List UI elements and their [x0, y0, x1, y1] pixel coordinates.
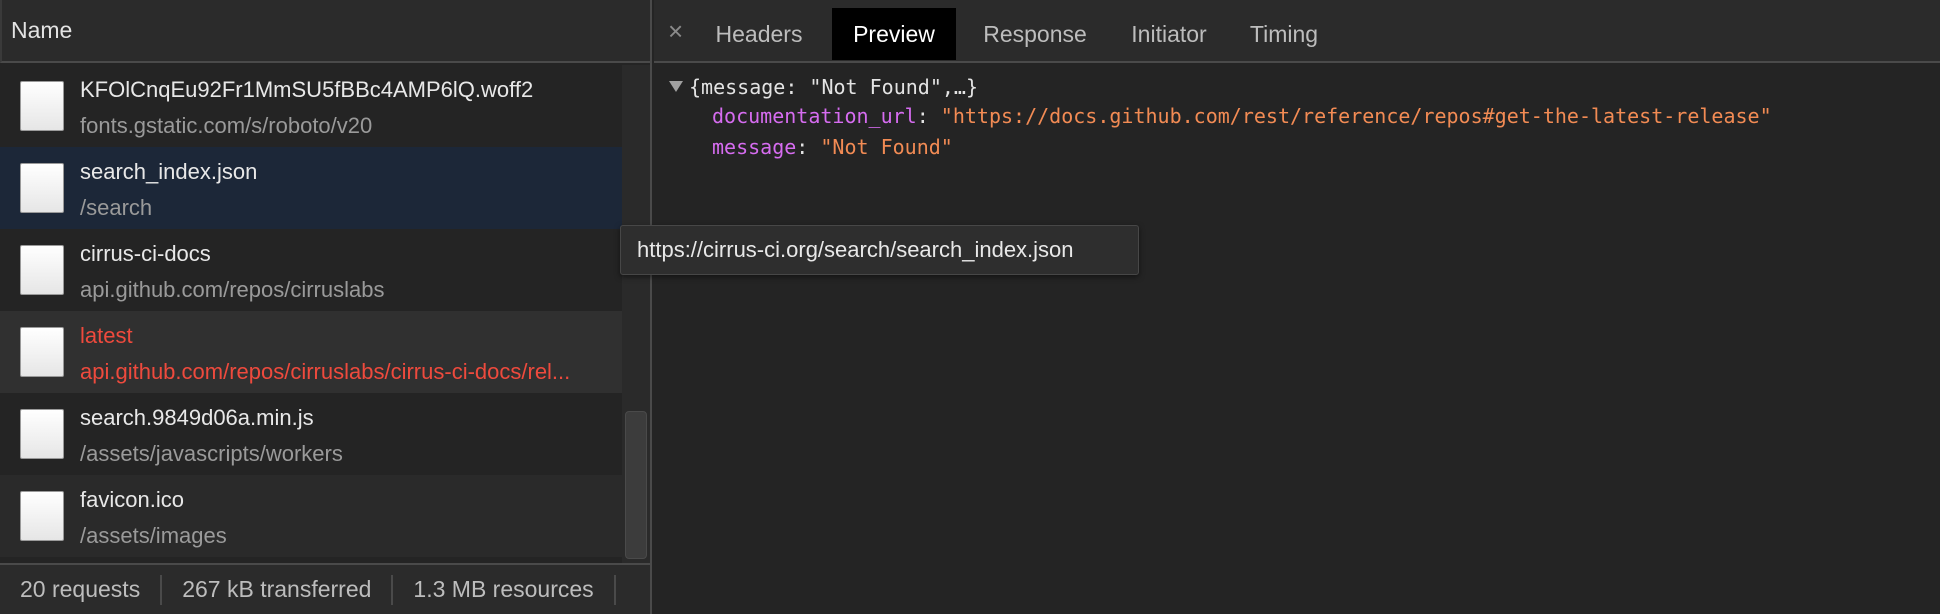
close-icon[interactable]: ×	[668, 18, 683, 44]
file-icon	[20, 245, 64, 295]
request-path: api.github.com/repos/cirruslabs/cirrus-c…	[80, 359, 571, 384]
request-path: fonts.gstatic.com/s/roboto/v20	[80, 113, 373, 138]
transferred-size: 267 kB transferred	[182, 576, 372, 602]
request-name: KFOlCnqEu92Fr1MmSU5fBBc4AMP6lQ.woff2	[80, 77, 534, 102]
request-name: search.9849d06a.min.js	[80, 405, 314, 430]
request-row[interactable]: favicon.ico /assets/images	[0, 475, 622, 557]
json-key: message	[712, 135, 797, 159]
file-icon	[20, 81, 64, 131]
tab-initiator[interactable]: Initiator	[1114, 8, 1224, 60]
file-icon	[20, 163, 64, 213]
tab-timing[interactable]: Timing	[1236, 8, 1332, 60]
request-row[interactable]: cirrus-ci-docs api.github.com/repos/cirr…	[0, 229, 622, 311]
request-list-panel: Name KFOlCnqEu92Fr1MmSU5fBBc4AMP6lQ.woff…	[0, 0, 652, 614]
request-row[interactable]: KFOlCnqEu92Fr1MmSU5fBBc4AMP6lQ.woff2 fon…	[0, 65, 622, 147]
url-tooltip: https://cirrus-ci.org/search/search_inde…	[620, 225, 1139, 275]
request-list-scrollbar[interactable]	[622, 65, 650, 563]
request-name: favicon.ico	[80, 487, 184, 512]
request-row[interactable]: latest api.github.com/repos/cirruslabs/c…	[0, 311, 622, 393]
tab-headers[interactable]: Headers	[698, 8, 820, 60]
request-row[interactable]: search.9849d06a.min.js /assets/javascrip…	[0, 393, 622, 475]
json-summary[interactable]: {message: "Not Found",…}	[689, 75, 978, 99]
file-icon	[20, 327, 64, 377]
json-key: documentation_url	[712, 104, 917, 128]
status-divider	[613, 574, 616, 605]
request-path: /search	[80, 195, 153, 220]
json-field: documentation_url: "https://docs.github.…	[712, 104, 1772, 128]
request-name: search_index.json	[80, 159, 258, 184]
request-path: api.github.com/repos/cirruslabs	[80, 277, 385, 302]
request-list: KFOlCnqEu92Fr1MmSU5fBBc4AMP6lQ.woff2 fon…	[0, 65, 622, 563]
tab-preview[interactable]: Preview	[832, 8, 956, 60]
request-name: cirrus-ci-docs	[80, 241, 211, 266]
tab-response[interactable]: Response	[968, 8, 1102, 60]
file-icon	[20, 491, 64, 541]
scrollbar-thumb[interactable]	[625, 411, 647, 559]
request-path: /assets/images	[80, 523, 227, 548]
status-bar: 20 requests 267 kB transferred 1.3 MB re…	[0, 563, 650, 614]
detail-tabs-bar: × Headers Preview Response Initiator Tim…	[654, 0, 1940, 63]
request-path: /assets/javascripts/workers	[80, 441, 343, 466]
request-name: latest	[80, 323, 133, 348]
json-value: "Not Found"	[820, 135, 953, 159]
resources-size: 1.3 MB resources	[413, 576, 594, 602]
file-icon	[20, 409, 64, 459]
request-row[interactable]: search_index.json /search	[0, 147, 622, 229]
json-field: message: "Not Found"	[712, 135, 953, 159]
json-value: "https://docs.github.com/rest/reference/…	[940, 104, 1772, 128]
expand-triangle-icon[interactable]	[669, 81, 683, 92]
request-count: 20 requests	[20, 576, 141, 602]
name-column-header[interactable]: Name	[0, 0, 650, 63]
preview-pane: {message: "Not Found",…} documentation_u…	[654, 65, 1940, 614]
